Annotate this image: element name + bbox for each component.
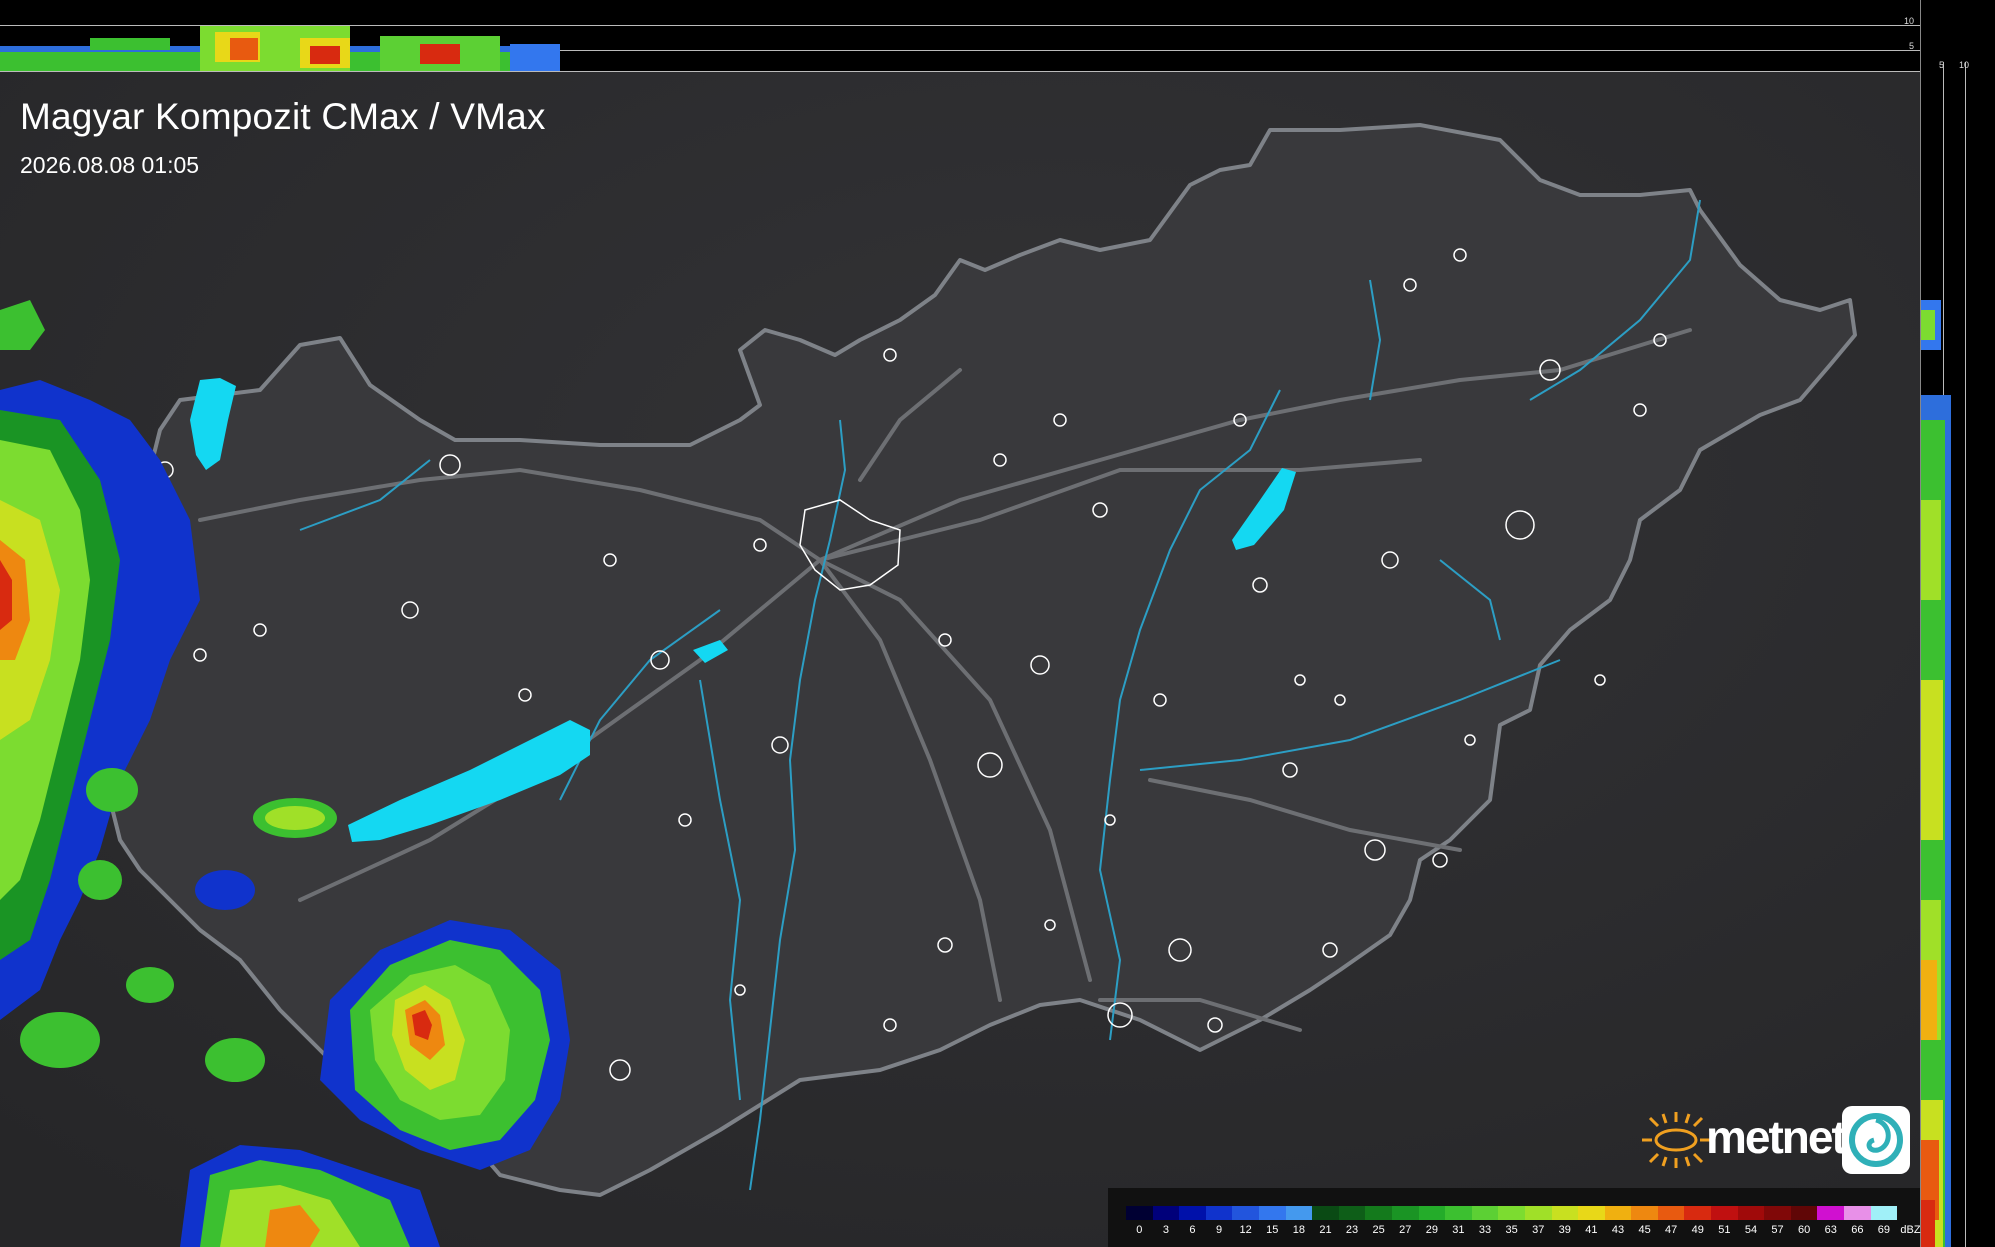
legend-value-label: 47 xyxy=(1665,1224,1678,1236)
map-title: Magyar Kompozit CMax / VMax xyxy=(20,96,546,137)
legend-value-label: 60 xyxy=(1798,1224,1811,1236)
legend-value-label: 49 xyxy=(1691,1224,1704,1236)
legend-value-label: 12 xyxy=(1239,1224,1252,1236)
legend-value-label: 41 xyxy=(1585,1224,1598,1236)
legend-swatch xyxy=(1817,1206,1845,1220)
legend-swatch xyxy=(1365,1206,1392,1220)
legend-value-label: 35 xyxy=(1505,1224,1518,1236)
side-cross-section: 5 10 xyxy=(1920,0,1995,1247)
legend-value-label: 37 xyxy=(1532,1224,1545,1236)
legend-swatch xyxy=(1445,1206,1472,1220)
top-tick-10: 10 xyxy=(1903,16,1914,26)
legend-swatch xyxy=(1790,1206,1818,1220)
legend-value-label: 25 xyxy=(1372,1224,1385,1236)
legend-value-label: 43 xyxy=(1611,1224,1625,1236)
metnet-logo: metnet xyxy=(1636,1104,1910,1176)
legend-value-label: 45 xyxy=(1638,1224,1651,1236)
legend-value-label: 66 xyxy=(1851,1224,1864,1236)
legend-value-label: 69 xyxy=(1877,1224,1891,1236)
legend-value-label: 18 xyxy=(1292,1224,1305,1236)
legend-value-label: 27 xyxy=(1399,1224,1412,1236)
legend-swatch xyxy=(1498,1206,1525,1220)
top-tick-5: 5 xyxy=(1908,41,1914,51)
dbz-legend: 0 3 6 9 12 15 18 21 23 25 27 29 31 33 35 37 39 41 43 45 47 49… xyxy=(1108,1188,1921,1247)
map-timestamp: 2026.08.08 01:05 xyxy=(20,152,200,178)
legend-value-label: 39 xyxy=(1558,1224,1571,1236)
map-graphics xyxy=(0,72,1920,1247)
legend-swatch xyxy=(1126,1206,1153,1220)
legend-swatch xyxy=(1338,1206,1366,1220)
legend-swatch xyxy=(1232,1206,1259,1220)
legend-swatch xyxy=(1471,1206,1499,1220)
legend-value-label: 29 xyxy=(1425,1224,1438,1236)
legend-swatch xyxy=(1578,1206,1605,1220)
legend-swatch xyxy=(1391,1206,1419,1220)
legend-swatch xyxy=(1684,1206,1712,1220)
swirl-icon xyxy=(1842,1106,1910,1174)
legend-swatch xyxy=(1205,1206,1233,1220)
legend-swatch xyxy=(1312,1206,1339,1220)
legend-value-label: 0 xyxy=(1136,1224,1143,1236)
legend-value-label: 9 xyxy=(1216,1224,1223,1236)
sun-icon xyxy=(1642,1112,1710,1168)
legend-value-label: 33 xyxy=(1478,1224,1492,1236)
side-echo-profile xyxy=(1921,300,1951,1247)
legend-swatch xyxy=(1657,1206,1685,1220)
legend-swatch xyxy=(1844,1206,1871,1220)
legend-swatch xyxy=(1152,1206,1180,1220)
legend-swatch xyxy=(1764,1206,1791,1220)
legend-unit-label: dBZ xyxy=(1900,1224,1921,1236)
legend-swatch xyxy=(1737,1206,1765,1220)
legend-swatch xyxy=(1870,1206,1898,1220)
top-cross-section: 10 5 xyxy=(0,0,1920,72)
legend-value-label: 23 xyxy=(1345,1224,1359,1236)
legend-labels: 0 3 6 9 12 15 18 21 23 25 27 29 31 33 35 37 39 41 43 45 47 49… xyxy=(1126,1224,1924,1240)
legend-value-label: 21 xyxy=(1319,1224,1332,1236)
radar-map[interactable] xyxy=(0,72,1920,1247)
legend-value-label: 3 xyxy=(1162,1224,1169,1236)
legend-value-label: 57 xyxy=(1771,1224,1784,1236)
legend-swatch xyxy=(1258,1206,1286,1220)
legend-swatch xyxy=(1179,1206,1206,1220)
top-echo-profile xyxy=(0,26,560,71)
logo-wordmark: metnet xyxy=(1706,1111,1847,1163)
legend-swatch xyxy=(1551,1206,1579,1220)
legend-swatch xyxy=(1418,1206,1446,1220)
legend-value-label: 51 xyxy=(1718,1224,1731,1236)
legend-swatch xyxy=(1711,1206,1738,1220)
legend-swatch xyxy=(1524,1206,1552,1220)
legend-color-bar xyxy=(1126,1206,1898,1220)
legend-value-label: 6 xyxy=(1189,1224,1196,1236)
legend-value-label: 15 xyxy=(1266,1224,1279,1236)
legend-swatch xyxy=(1285,1206,1313,1220)
legend-value-label: 31 xyxy=(1452,1224,1465,1236)
legend-value-label: 63 xyxy=(1824,1224,1837,1236)
legend-swatch xyxy=(1604,1206,1632,1220)
legend-value-label: 54 xyxy=(1744,1224,1758,1236)
legend-swatch xyxy=(1631,1206,1658,1220)
